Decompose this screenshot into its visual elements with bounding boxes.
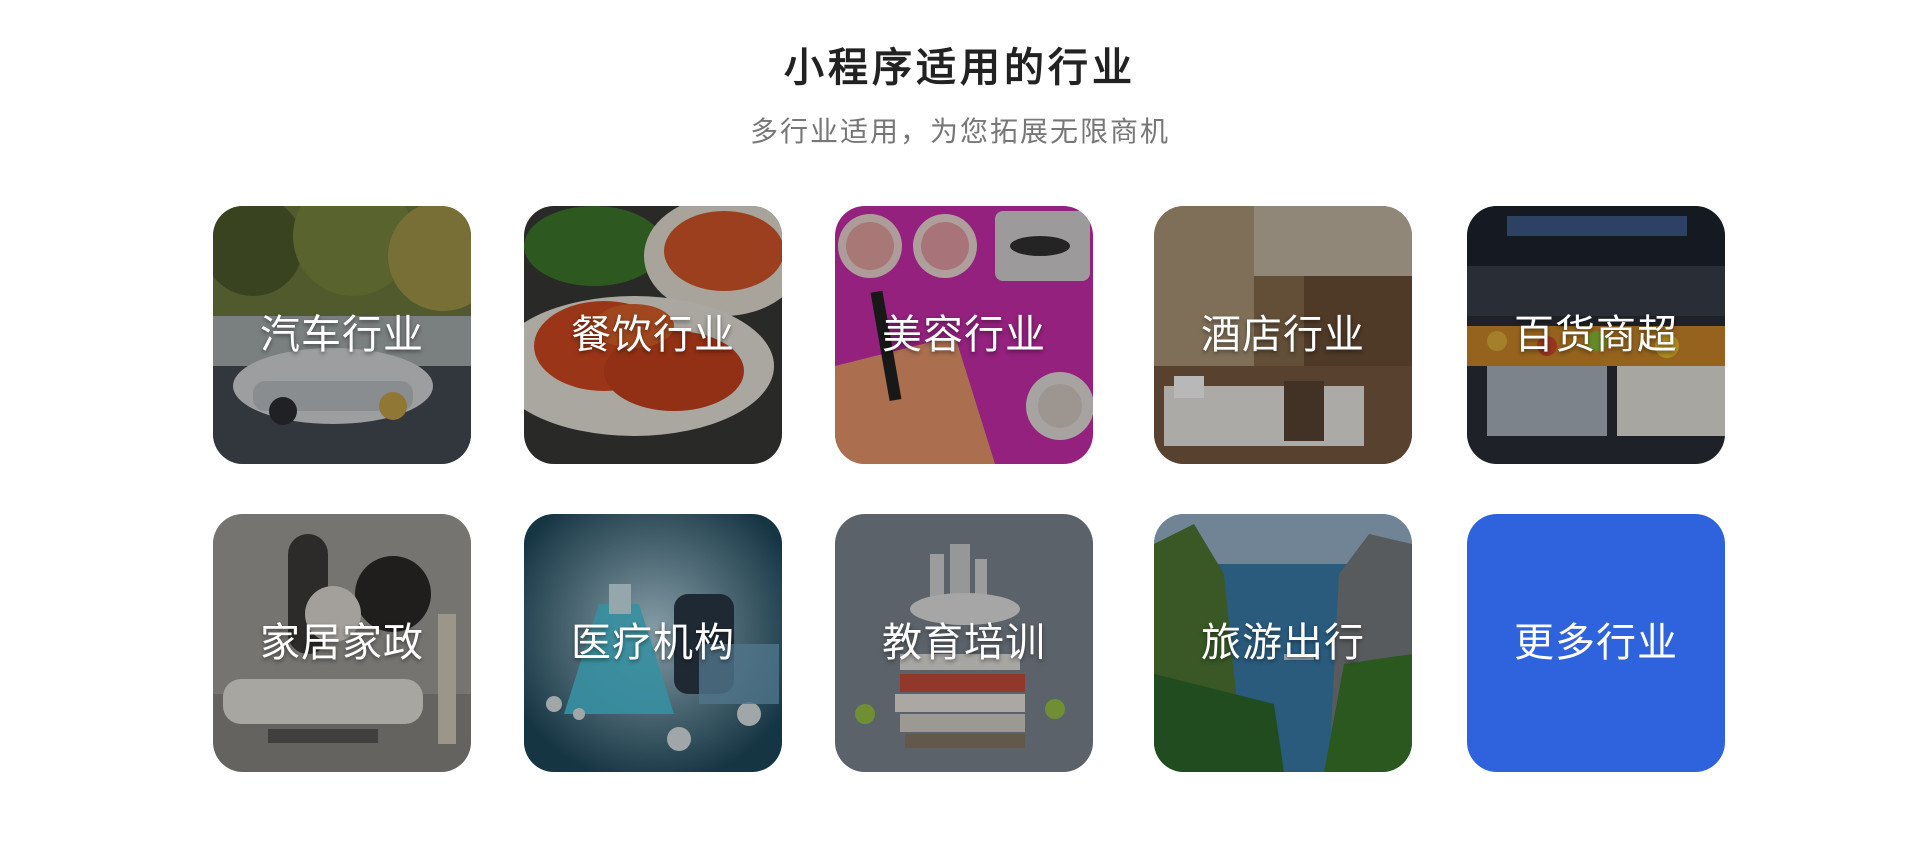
industry-tile-supermarket[interactable]: 百货商超 [1467, 206, 1725, 464]
section-title: 小程序适用的行业 [784, 45, 1136, 91]
industry-label: 酒店行业 [1201, 312, 1365, 358]
industry-tile-food[interactable]: 餐饮行业 [524, 206, 782, 464]
industry-grid: 汽车行业 餐饮行业 美容行业 酒店行业 百货商超 家居家政 医疗机构 教育培训 … [213, 206, 1725, 772]
industry-tile-hotel[interactable]: 酒店行业 [1154, 206, 1412, 464]
industry-label: 教育培训 [882, 620, 1046, 666]
industry-label: 餐饮行业 [571, 312, 735, 358]
industry-label: 汽车行业 [260, 312, 424, 358]
industry-tile-medical[interactable]: 医疗机构 [524, 514, 782, 772]
industry-tile-travel[interactable]: 旅游出行 [1154, 514, 1412, 772]
industry-label: 医疗机构 [571, 620, 735, 666]
industry-tile-home[interactable]: 家居家政 [213, 514, 471, 772]
section-subtitle: 多行业适用，为您拓展无限商机 [749, 115, 1170, 148]
industries-section: 小程序适用的行业 多行业适用，为您拓展无限商机 汽车行业 餐饮行业 美容行业 酒… [0, 0, 1920, 856]
industry-label: 美容行业 [882, 312, 1046, 358]
industry-tile-education[interactable]: 教育培训 [835, 514, 1093, 772]
industry-tile-beauty[interactable]: 美容行业 [835, 206, 1093, 464]
industry-label: 旅游出行 [1201, 620, 1365, 666]
more-industries-button[interactable]: 更多行业 [1467, 514, 1725, 772]
more-industries-label: 更多行业 [1514, 620, 1678, 666]
industry-tile-car[interactable]: 汽车行业 [213, 206, 471, 464]
industry-label: 家居家政 [260, 620, 424, 666]
industry-label: 百货商超 [1514, 312, 1678, 358]
